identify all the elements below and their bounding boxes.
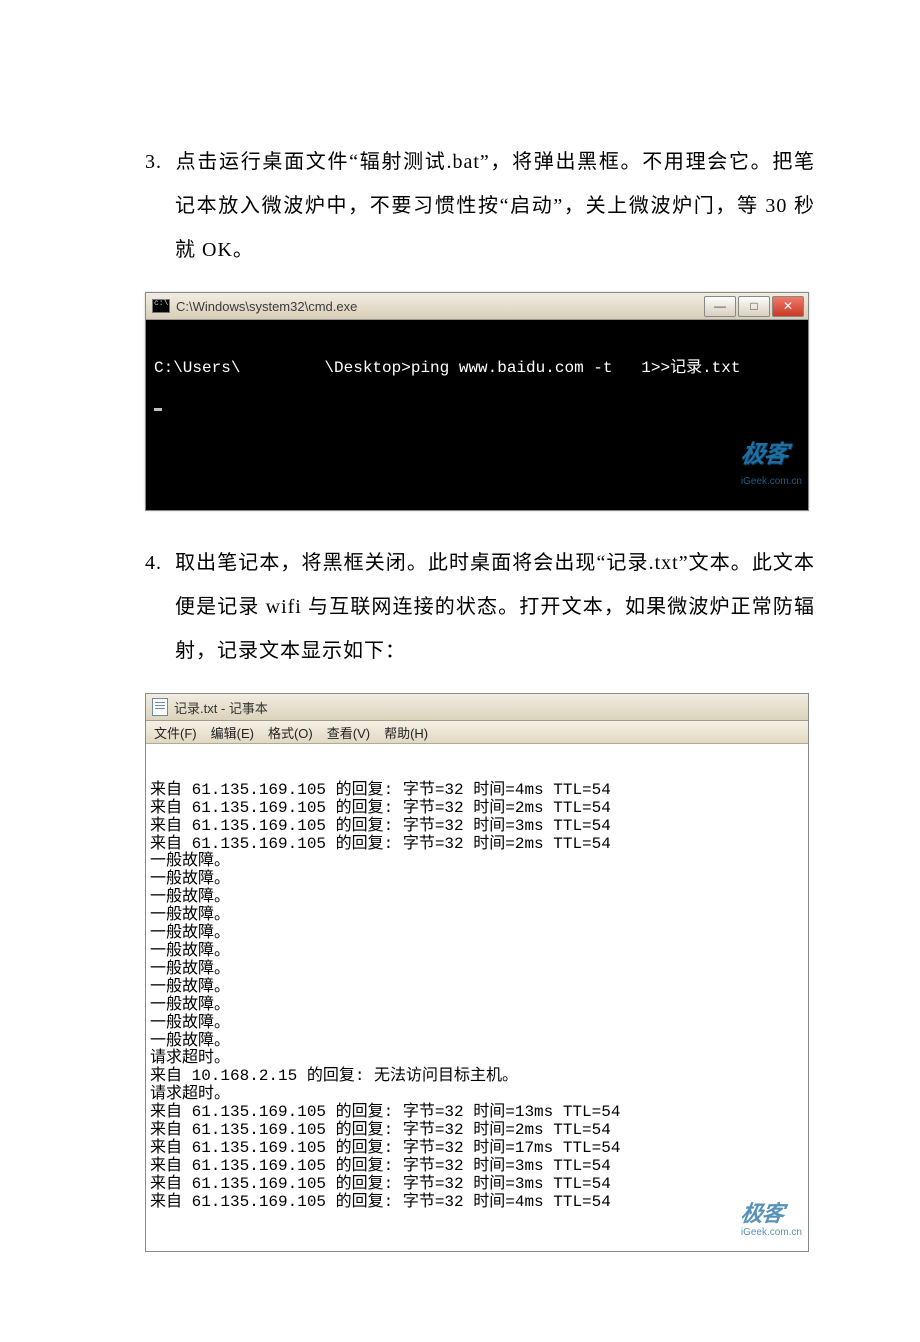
notepad-window: 记录.txt - 记事本 文件(F) 编辑(E) 格式(O) 查看(V) 帮助(… — [145, 693, 809, 1252]
notepad-line: 来自 61.135.169.105 的回复: 字节=32 时间=3ms TTL=… — [150, 1158, 804, 1176]
notepad-icon — [152, 698, 168, 716]
notepad-menubar: 文件(F) 编辑(E) 格式(O) 查看(V) 帮助(H) — [146, 721, 808, 744]
step4-text: 取出笔记本，将黑框关闭。此时桌面将会出现“记录.txt”文本。此文本便是记录 w… — [175, 552, 815, 662]
menu-file[interactable]: 文件(F) — [154, 723, 197, 742]
notepad-line: 一般故障。 — [150, 907, 804, 925]
notepad-line: 一般故障。 — [150, 925, 804, 943]
notepad-line: 来自 61.135.169.105 的回复: 字节=32 时间=4ms TTL=… — [150, 782, 804, 800]
cmd-titlebar: C:\Windows\system32\cmd.exe — □ ✕ — [146, 293, 808, 320]
notepad-line: 一般故障。 — [150, 997, 804, 1015]
close-button[interactable]: ✕ — [772, 296, 804, 317]
list-item-3: 3.点击运行桌面文件“辐射测试.bat”，将弹出黑框。不用理会它。把笔记本放入微… — [105, 140, 815, 511]
notepad-line: 来自 61.135.169.105 的回复: 字节=32 时间=3ms TTL=… — [150, 818, 804, 836]
watermark-url: iGeek.com.cn — [741, 476, 802, 487]
notepad-line: 来自 61.135.169.105 的回复: 字节=32 时间=13ms TTL… — [150, 1104, 804, 1122]
step4-number: 4. — [145, 541, 175, 585]
notepad-line: 一般故障。 — [150, 1033, 804, 1051]
notepad-line: 来自 10.168.2.15 的回复: 无法访问目标主机。 — [150, 1068, 804, 1086]
menu-help[interactable]: 帮助(H) — [384, 723, 428, 742]
window-buttons: — □ ✕ — [704, 296, 808, 317]
notepad-titlebar: 记录.txt - 记事本 — [146, 694, 808, 721]
watermark-url: iGeek.com.cn — [741, 1227, 802, 1238]
maximize-button[interactable]: □ — [738, 296, 770, 317]
notepad-line: 来自 61.135.169.105 的回复: 字节=32 时间=2ms TTL=… — [150, 800, 804, 818]
watermark-logo: 极客 — [739, 1202, 784, 1227]
step3-paragraph: 3.点击运行桌面文件“辐射测试.bat”，将弹出黑框。不用理会它。把笔记本放入微… — [105, 140, 815, 272]
notepad-title-text: 记录.txt - 记事本 — [174, 698, 268, 717]
notepad-body[interactable]: 来自 61.135.169.105 的回复: 字节=32 时间=4ms TTL=… — [146, 744, 808, 1251]
step3-text: 点击运行桌面文件“辐射测试.bat”，将弹出黑框。不用理会它。把笔记本放入微波炉… — [175, 151, 815, 261]
menu-format[interactable]: 格式(O) — [268, 723, 313, 742]
cmd-body: C:\Users\\Desktop>ping www.baidu.com -t … — [146, 320, 808, 510]
notepad-line: 一般故障。 — [150, 889, 804, 907]
menu-edit[interactable]: 编辑(E) — [211, 723, 254, 742]
notepad-line: 一般故障。 — [150, 871, 804, 889]
cmd-title-left: C:\Windows\system32\cmd.exe — [146, 299, 357, 314]
notepad-line: 来自 61.135.169.105 的回复: 字节=32 时间=3ms TTL=… — [150, 1176, 804, 1194]
notepad-line: 请求超时。 — [150, 1086, 804, 1104]
document-page: 3.点击运行桌面文件“辐射测试.bat”，将弹出黑框。不用理会它。把笔记本放入微… — [0, 0, 920, 1342]
list-item-4: 4.取出笔记本，将黑框关闭。此时桌面将会出现“记录.txt”文本。此文本便是记录… — [105, 541, 815, 1252]
step3-number: 3. — [145, 140, 175, 184]
notepad-line: 来自 61.135.169.105 的回复: 字节=32 时间=17ms TTL… — [150, 1140, 804, 1158]
notepad-watermark: 极客 iGeek.com.cn — [708, 1191, 802, 1249]
step4-paragraph: 4.取出笔记本，将黑框关闭。此时桌面将会出现“记录.txt”文本。此文本便是记录… — [105, 541, 815, 673]
cmd-window: C:\Windows\system32\cmd.exe — □ ✕ C:\Use… — [145, 292, 809, 511]
notepad-line: 请求超时。 — [150, 1050, 804, 1068]
notepad-line: 一般故障。 — [150, 961, 804, 979]
menu-view[interactable]: 查看(V) — [327, 723, 370, 742]
cmd-line: C:\Users\\Desktop>ping www.baidu.com -t … — [154, 359, 741, 377]
notepad-line: 来自 61.135.169.105 的回复: 字节=32 时间=2ms TTL=… — [150, 836, 804, 854]
cmd-icon — [152, 299, 170, 313]
notepad-line: 一般故障。 — [150, 943, 804, 961]
cmd-title-text: C:\Windows\system32\cmd.exe — [176, 299, 357, 314]
notepad-line: 一般故障。 — [150, 1015, 804, 1033]
watermark: 极客 iGeek.com.cn — [708, 420, 802, 506]
minimize-button[interactable]: — — [704, 296, 736, 317]
notepad-line: 来自 61.135.169.105 的回复: 字节=32 时间=4ms TTL=… — [150, 1194, 804, 1212]
redacted-username — [240, 359, 324, 375]
notepad-line: 一般故障。 — [150, 853, 804, 871]
cmd-cursor — [154, 408, 162, 411]
cmd-screenshot: C:\Windows\system32\cmd.exe — □ ✕ C:\Use… — [145, 292, 815, 511]
notepad-screenshot: 记录.txt - 记事本 文件(F) 编辑(E) 格式(O) 查看(V) 帮助(… — [145, 693, 815, 1252]
notepad-line: 一般故障。 — [150, 979, 804, 997]
watermark-logo: 极客 — [738, 436, 789, 474]
notepad-line: 来自 61.135.169.105 的回复: 字节=32 时间=2ms TTL=… — [150, 1122, 804, 1140]
